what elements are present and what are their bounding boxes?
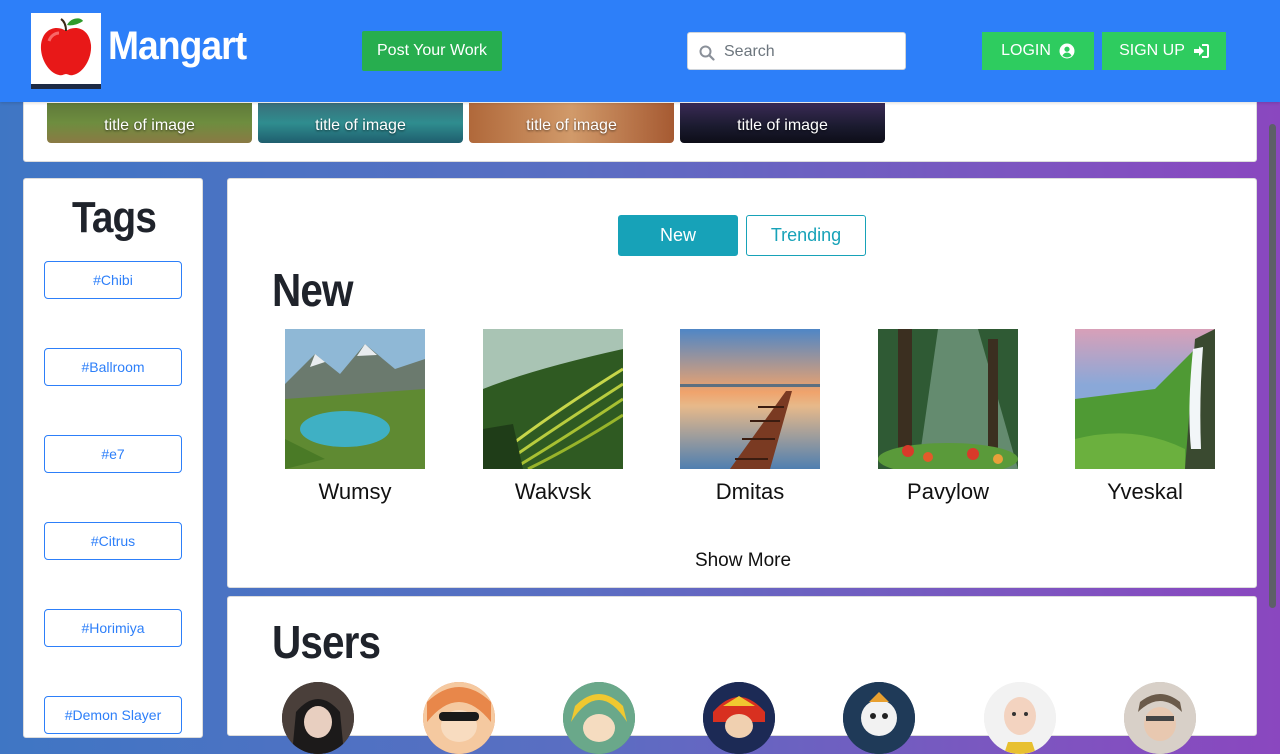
- artwork-image[interactable]: [483, 329, 623, 469]
- sign-in-icon: [1193, 44, 1209, 58]
- artwork-card[interactable]: Yveskal: [1075, 329, 1215, 505]
- tab-new[interactable]: New: [618, 215, 738, 256]
- avatar[interactable]: [843, 682, 915, 754]
- artwork-image[interactable]: [680, 329, 820, 469]
- post-work-button[interactable]: Post Your Work: [362, 31, 502, 71]
- featured-thumb[interactable]: title of image: [47, 103, 252, 143]
- search-box[interactable]: [687, 32, 906, 71]
- avatar[interactable]: [984, 682, 1056, 754]
- logo[interactable]: [31, 13, 101, 89]
- tab-trending[interactable]: Trending: [746, 215, 866, 256]
- artwork-name: Yveskal: [1107, 479, 1183, 504]
- apple-icon: [40, 18, 92, 76]
- tags-panel: Tags #Chibi #Ballroom #e7 #Citrus #Horim…: [23, 178, 203, 738]
- avatar[interactable]: [563, 682, 635, 754]
- logo-strip: [31, 84, 101, 89]
- section-title-users: Users: [272, 616, 381, 668]
- artwork-image[interactable]: [878, 329, 1018, 469]
- featured-thumb[interactable]: title of image: [680, 103, 885, 143]
- section-title-new: New: [272, 264, 353, 316]
- tag-button[interactable]: #Citrus: [44, 522, 182, 560]
- search-icon: [699, 45, 715, 61]
- search-input[interactable]: [722, 33, 901, 71]
- user-circle-icon: [1059, 43, 1075, 59]
- artworks-panel: New Trending New Wumsy Wakvsk Dmitas Pav…: [227, 178, 1257, 588]
- artwork-card[interactable]: Wumsy: [285, 329, 425, 505]
- artwork-name: Wakvsk: [514, 479, 592, 504]
- artwork-image[interactable]: [1075, 329, 1215, 469]
- users-panel: Users: [227, 596, 1257, 754]
- artwork-card[interactable]: Pavylow: [878, 329, 1018, 505]
- tag-button[interactable]: #e7: [44, 435, 182, 473]
- tag-button[interactable]: #Ballroom: [44, 348, 182, 386]
- avatar[interactable]: [703, 682, 775, 754]
- login-label: LOGIN: [1001, 42, 1051, 59]
- signup-label: SIGN UP: [1119, 42, 1185, 59]
- artwork-card[interactable]: Dmitas: [680, 329, 820, 505]
- artwork-name: Pavylow: [907, 479, 989, 504]
- artwork-image[interactable]: [285, 329, 425, 469]
- navbar: Mangart Post Your Work LOGIN SIGN UP: [0, 0, 1280, 102]
- avatar[interactable]: [423, 682, 495, 754]
- tag-button[interactable]: #Demon Slayer: [44, 696, 182, 734]
- avatar[interactable]: [282, 682, 354, 754]
- tag-button[interactable]: #Chibi: [44, 261, 182, 299]
- featured-caption: title of image: [315, 117, 406, 134]
- signup-button[interactable]: SIGN UP: [1102, 32, 1226, 70]
- tags-title: Tags: [72, 193, 157, 242]
- featured-thumb[interactable]: title of image: [469, 103, 674, 143]
- show-more-link[interactable]: Show More: [228, 550, 1258, 572]
- brand-name[interactable]: Mangart: [108, 24, 247, 69]
- featured-caption: title of image: [526, 117, 617, 134]
- post-work-label: Post Your Work: [377, 42, 487, 59]
- avatar[interactable]: [1124, 682, 1196, 754]
- tag-button[interactable]: #Horimiya: [44, 609, 182, 647]
- featured-caption: title of image: [737, 117, 828, 134]
- featured-caption: title of image: [104, 117, 195, 134]
- artwork-name: Wumsy: [318, 479, 392, 504]
- artwork-card[interactable]: Wakvsk: [483, 329, 623, 505]
- page-scrollbar[interactable]: [1269, 124, 1276, 608]
- featured-thumb[interactable]: title of image: [258, 103, 463, 143]
- artwork-name: Dmitas: [715, 479, 785, 504]
- login-button[interactable]: LOGIN: [982, 32, 1094, 70]
